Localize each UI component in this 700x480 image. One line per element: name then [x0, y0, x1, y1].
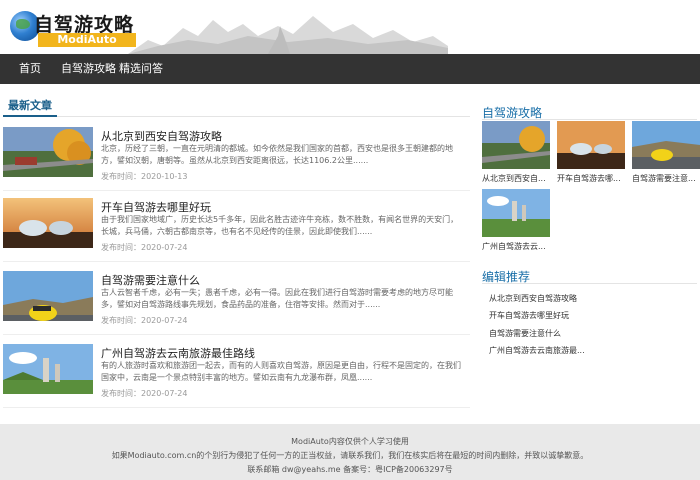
sidebar-grid-caption[interactable]: 开车自驾游去哪...	[557, 173, 627, 184]
sidebar-grid-item[interactable]: 广州自驾游去云...	[482, 189, 550, 252]
article-thumbnail[interactable]	[3, 344, 93, 394]
article-excerpt: 由于我们国家地域广，历史长达5千多年，因此名胜古迹许牛充栋，数不胜数，有闻名世界…	[101, 215, 459, 236]
sidebar-grid-item[interactable]: 从北京到西安自...	[482, 121, 550, 184]
article-thumbnail[interactable]	[3, 198, 93, 248]
footer-disclaimer: ModiAuto内容仅供个人学习使用	[291, 437, 409, 446]
site-logo[interactable]: 自驾游攻略 ModiAuto	[10, 10, 136, 48]
article-title[interactable]: 从北京到西安自驾游攻略	[101, 128, 222, 144]
sidebar-grid-item[interactable]: 自驾游需要注意...	[632, 121, 700, 184]
sidebar-grid-caption[interactable]: 从北京到西安自...	[482, 173, 552, 184]
article-excerpt: 古人云智者千虑，必有一失；愚者千虑，必有一得。因此在我们进行自驾游时需要考虑的地…	[101, 288, 453, 309]
sidebar-grid-caption[interactable]: 广州自驾游去云...	[482, 241, 552, 252]
article-excerpt: 北京，历经了三朝，一直在元明清的都城。如今依然是我们国家的首都，西安也是很多王朝…	[101, 144, 453, 165]
recommend-link[interactable]: 从北京到西安自驾游攻略	[489, 293, 577, 304]
article-title[interactable]: 开车自驾游去哪里好玩	[101, 199, 211, 215]
nav-item-home[interactable]: 首页	[19, 54, 41, 84]
article-thumbnail[interactable]	[3, 127, 93, 177]
mountain-banner-image	[128, 16, 448, 54]
sidebar-thumbnail[interactable]	[482, 121, 550, 169]
main-nav: 首页 自驾游攻略 精选问答	[0, 54, 700, 84]
recommend-link[interactable]: 广州自驾游去云南旅游最...	[489, 345, 585, 356]
nav-item-guides[interactable]: 自驾游攻略	[61, 54, 116, 84]
article-title[interactable]: 广州自驾游去云南旅游最佳路线	[101, 345, 255, 361]
logo-subtitle: ModiAuto	[38, 33, 136, 47]
recommend-link[interactable]: 自驾游需要注意什么	[489, 328, 561, 339]
site-footer: ModiAuto内容仅供个人学习使用 如果Modiauto.com.cn的个别行…	[0, 424, 700, 480]
article-date: 发布时间：2020-07-24	[101, 389, 188, 398]
recommend-link[interactable]: 开车自驾游去哪里好玩	[489, 310, 569, 321]
article-item[interactable]: 自驾游需要注意什么 古人云智者千虑，必有一失；愚者千虑，必有一得。因此在我们进行…	[3, 271, 470, 335]
article-thumbnail[interactable]	[3, 271, 93, 321]
footer-notice: 如果Modiauto.com.cn的个别行为侵犯了任何一方的正当权益，请联系我们…	[111, 451, 589, 460]
article-item[interactable]: 广州自驾游去云南旅游最佳路线 有的人旅游时喜欢和旅游团一起去，而有的人则喜欢自驾…	[3, 344, 470, 408]
article-excerpt: 有的人旅游时喜欢和旅游团一起去，而有的人则喜欢自驾游，原因是更自由，行程不是固定…	[101, 361, 461, 382]
sidebar-divider	[482, 119, 697, 120]
sidebar-thumbnail[interactable]	[482, 189, 550, 237]
article-date: 发布时间：2020-07-24	[101, 243, 188, 252]
nav-item-qa[interactable]: 精选问答	[119, 54, 163, 84]
site-header: 自驾游攻略 ModiAuto	[0, 0, 700, 54]
section-title: 最新文章	[3, 95, 57, 117]
latest-articles-header: 最新文章	[3, 95, 470, 117]
article-item[interactable]: 从北京到西安自驾游攻略 北京，历经了三朝，一直在元明清的都城。如今依然是我们国家…	[3, 127, 470, 191]
sidebar-thumbnail[interactable]	[632, 121, 700, 169]
sidebar-grid-item[interactable]: 开车自驾游去哪...	[557, 121, 625, 184]
article-item[interactable]: 开车自驾游去哪里好玩 由于我们国家地域广，历史长达5千多年，因此名胜古迹许牛充栋…	[3, 198, 470, 262]
sidebar-grid-caption[interactable]: 自驾游需要注意...	[632, 173, 700, 184]
sidebar-thumbnail[interactable]	[557, 121, 625, 169]
article-date: 发布时间：2020-07-24	[101, 316, 188, 325]
article-title[interactable]: 自驾游需要注意什么	[101, 272, 200, 288]
article-date: 发布时间：2020-10-13	[101, 172, 188, 181]
sidebar-divider	[482, 283, 697, 284]
footer-contact: 联系邮箱 dw@yeahs.me 备案号：粤ICP备20063297号	[247, 465, 453, 474]
